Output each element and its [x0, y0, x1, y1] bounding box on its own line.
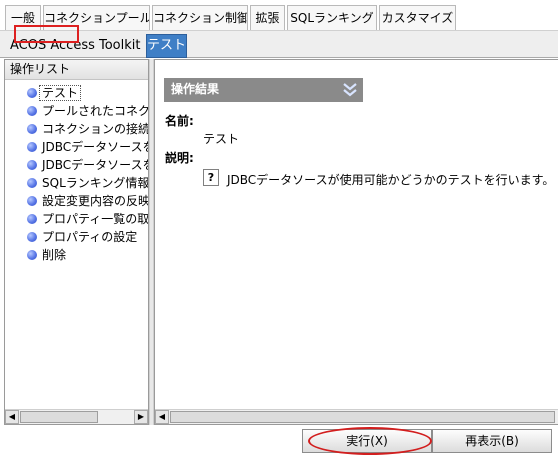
sub-tab-bar: ACOS Access Toolkit テスト [0, 31, 558, 58]
scroll-right-arrow-icon[interactable]: ▶ [134, 410, 148, 424]
operation-item-pooled-connections[interactable]: プールされたコネクシ [5, 102, 148, 120]
tab-sql-ranking[interactable]: SQLランキング [287, 5, 377, 30]
refresh-button[interactable]: 再表示(B) [432, 429, 552, 453]
tab-connection-control[interactable]: コネクション制御 [152, 5, 248, 30]
operation-item-label: 削除 [42, 248, 67, 262]
operation-item-label: プロパティ一覧の取 [42, 212, 148, 226]
operation-item-connection-connect[interactable]: コネクションの接続 [5, 120, 148, 138]
operation-item-label: JDBCデータソースを [42, 140, 148, 154]
operation-list-header: 操作リスト [5, 60, 148, 80]
right-horizontal-scrollbar[interactable]: ◀ [155, 409, 558, 424]
blue-circle-bullet-icon [27, 232, 37, 242]
tab-connection-pool[interactable]: コネクションプール [43, 5, 150, 30]
blue-circle-bullet-icon [27, 160, 37, 170]
tab-general[interactable]: 一般 [5, 5, 41, 30]
action-bar: 実行(X) 再表示(B) [0, 426, 558, 459]
blue-circle-bullet-icon [27, 106, 37, 116]
scrollbar-thumb[interactable] [170, 411, 555, 423]
blue-circle-bullet-icon [27, 88, 37, 98]
main-tab-bar: 一般 コネクションプール コネクション制御 拡張 SQLランキング カスタマイズ [0, 0, 558, 31]
section-title: 操作結果 [171, 82, 220, 96]
operation-item-set-property[interactable]: プロパティの設定 [5, 228, 148, 246]
name-value: テスト [203, 132, 240, 146]
section-header-operation-result: 操作結果 [164, 78, 363, 102]
double-chevron-down-icon[interactable] [342, 81, 358, 99]
scroll-left-arrow-icon[interactable]: ◀ [155, 410, 169, 424]
blue-circle-bullet-icon [27, 250, 37, 260]
operation-item-test[interactable]: テスト [5, 84, 148, 102]
operation-item-label: 設定変更内容の反映 [42, 194, 148, 208]
operation-item-label: SQLランキング情報 [42, 176, 148, 190]
name-label: 名前: [165, 114, 194, 128]
operation-item-apply-settings[interactable]: 設定変更内容の反映 [5, 192, 148, 210]
tab-acos-access-toolkit[interactable]: ACOS Access Toolkit [6, 34, 144, 58]
operation-item-sql-ranking-info[interactable]: SQLランキング情報 [5, 174, 148, 192]
operation-item-label: JDBCデータソースを [42, 158, 148, 172]
operation-list-panel: 操作リスト テスト プールされたコネクシ コネクションの接続 JDBCデータソー… [4, 59, 149, 425]
description-label: 説明: [165, 151, 194, 165]
blue-circle-bullet-icon [27, 214, 37, 224]
blue-circle-bullet-icon [27, 142, 37, 152]
operation-item-label: プロパティの設定 [42, 230, 138, 244]
operation-item-label: テスト [39, 85, 82, 101]
blue-circle-bullet-icon [27, 196, 37, 206]
scrollbar-thumb[interactable] [20, 411, 98, 423]
question-mark-icon[interactable]: ? [203, 169, 219, 186]
operation-item-jdbc-datasource-1[interactable]: JDBCデータソースを [5, 138, 148, 156]
scroll-left-arrow-icon[interactable]: ◀ [5, 410, 19, 424]
blue-circle-bullet-icon [27, 124, 37, 134]
operation-item-delete[interactable]: 削除 [5, 246, 148, 264]
operation-result-panel: 操作結果 名前: テスト 説明: ? JDBCデータソースが使用可能かどうかのテ… [154, 59, 558, 425]
description-value: JDBCデータソースが使用可能かどうかのテストを行います。 [227, 173, 555, 187]
blue-circle-bullet-icon [27, 178, 37, 188]
operation-item-jdbc-datasource-2[interactable]: JDBCデータソースを [5, 156, 148, 174]
operation-item-label: コネクションの接続 [42, 122, 148, 136]
left-horizontal-scrollbar[interactable]: ◀ ▶ [5, 409, 148, 424]
operation-list: テスト プールされたコネクシ コネクションの接続 JDBCデータソースを JDB… [5, 84, 148, 404]
tab-customize[interactable]: カスタマイズ [379, 5, 456, 30]
operation-item-get-properties[interactable]: プロパティ一覧の取 [5, 210, 148, 228]
operation-item-label: プールされたコネクシ [42, 104, 148, 118]
tab-extension[interactable]: 拡張 [250, 5, 285, 30]
execute-button[interactable]: 実行(X) [302, 429, 432, 453]
tab-test[interactable]: テスト [146, 34, 187, 58]
